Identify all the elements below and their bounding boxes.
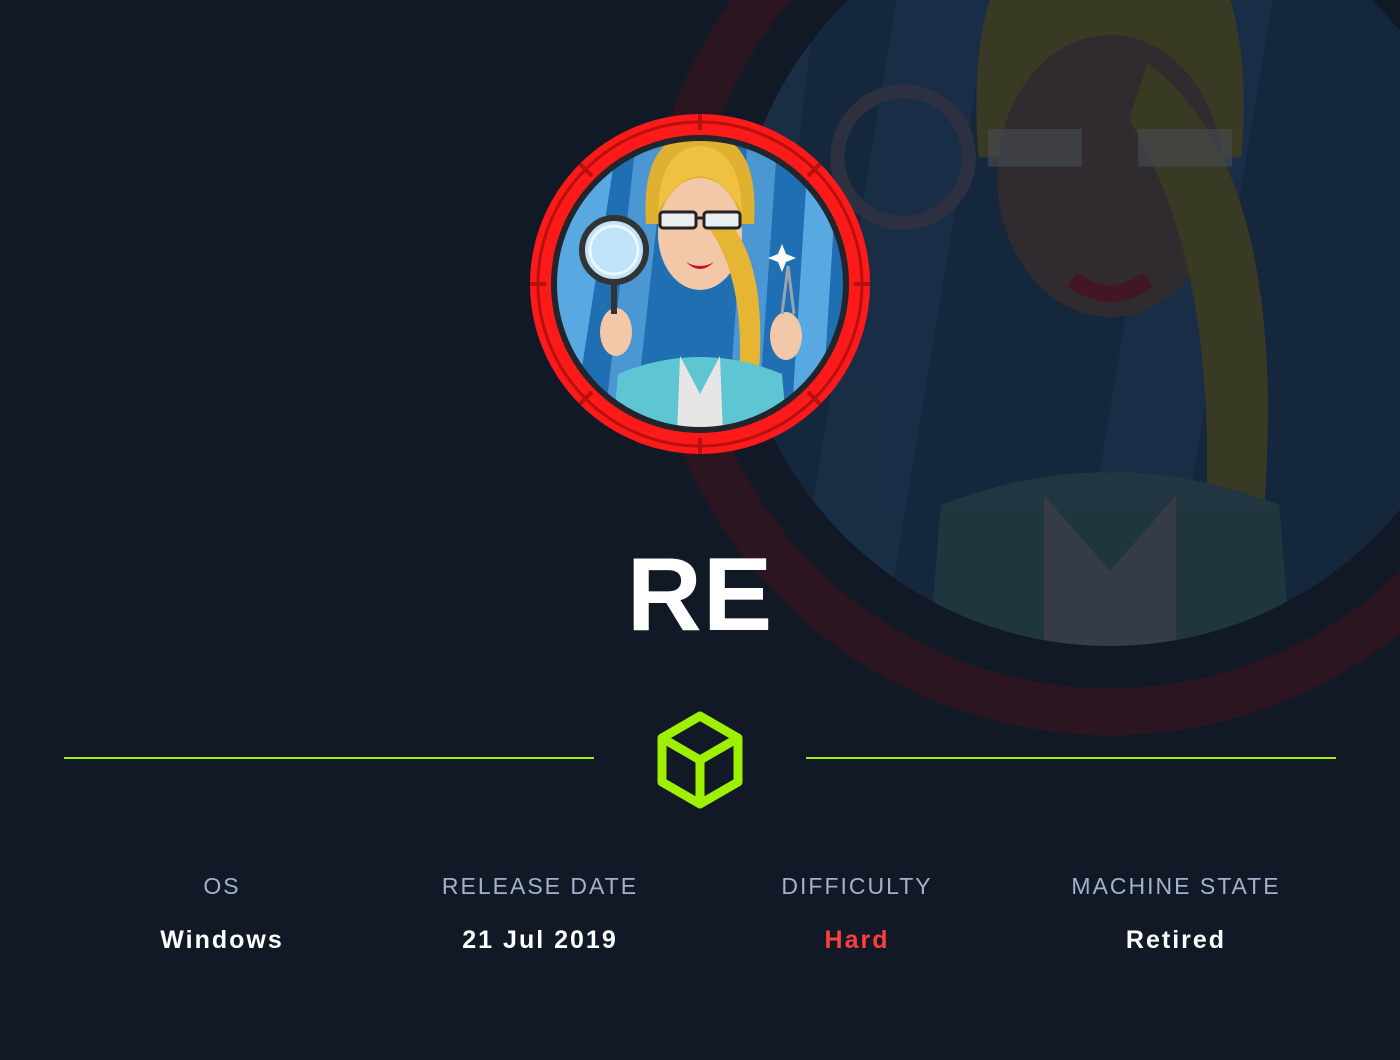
machine-info-card: RE OS Windows RELEASE DATE 21 Jul 2019 D… bbox=[0, 0, 1400, 1060]
stat-release-date: RELEASE DATE 21 Jul 2019 bbox=[380, 870, 700, 956]
stat-label-release-date: RELEASE DATE bbox=[441, 873, 639, 899]
stat-os: OS Windows bbox=[62, 870, 382, 956]
stat-label-machine-state: MACHINE STATE bbox=[1071, 873, 1281, 899]
divider-line-left bbox=[64, 757, 594, 759]
machine-avatar bbox=[530, 114, 870, 454]
stat-difficulty: DIFFICULTY Hard bbox=[697, 870, 1017, 956]
machine-name: RE bbox=[626, 537, 774, 653]
stat-machine-state: MACHINE STATE Retired bbox=[1016, 870, 1336, 956]
stat-value-os: Windows bbox=[160, 926, 284, 954]
stat-value-difficulty: Hard bbox=[824, 926, 890, 954]
cube-icon bbox=[657, 711, 743, 809]
stat-label-difficulty: DIFFICULTY bbox=[781, 873, 933, 899]
divider-line-right bbox=[806, 757, 1336, 759]
stat-value-machine-state: Retired bbox=[1125, 926, 1227, 954]
stat-value-release-date: 21 Jul 2019 bbox=[462, 926, 618, 954]
stat-label-os: OS bbox=[203, 873, 241, 899]
